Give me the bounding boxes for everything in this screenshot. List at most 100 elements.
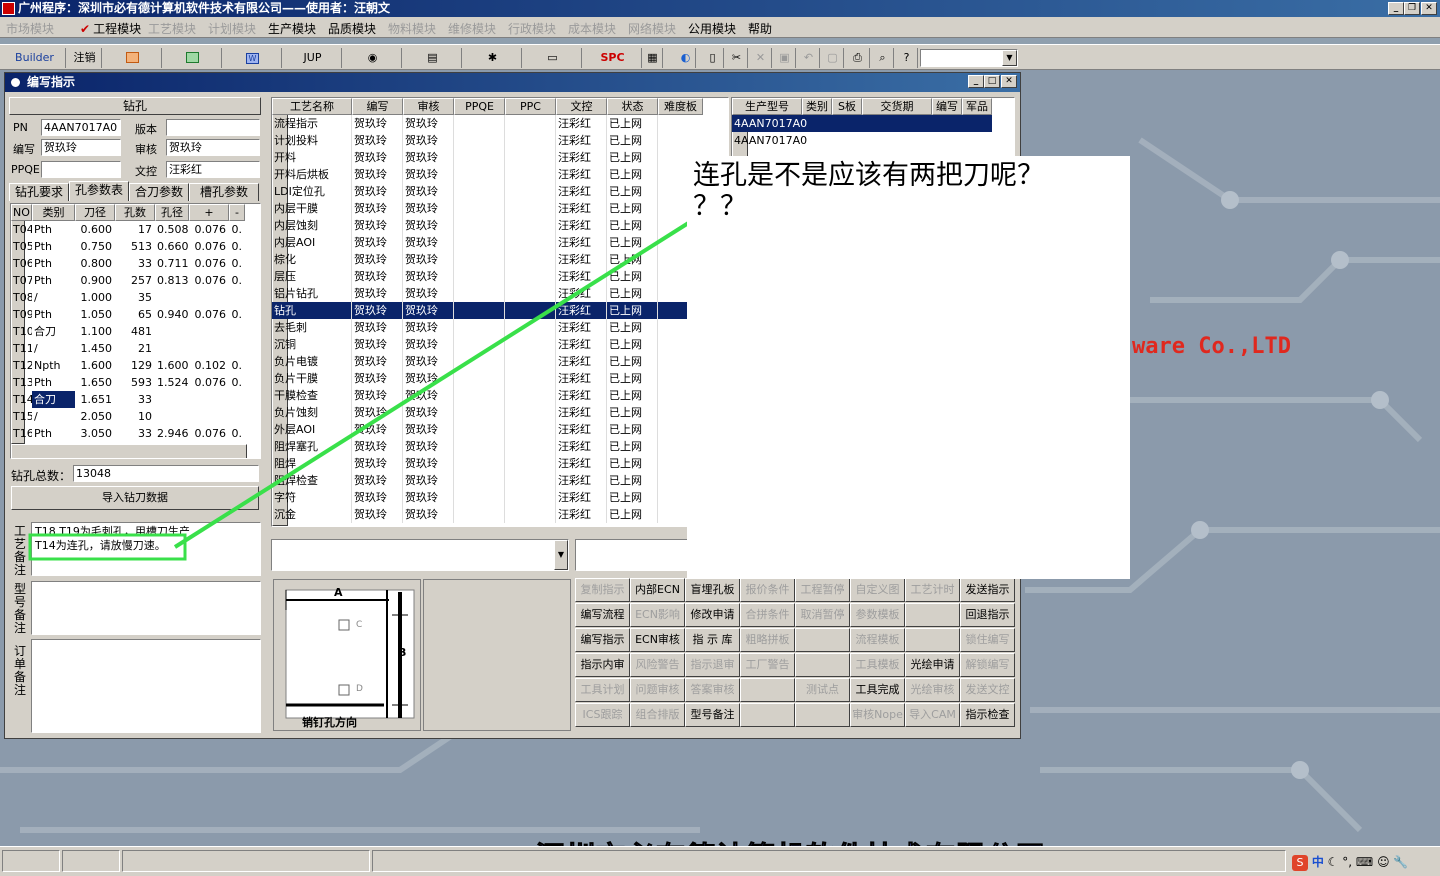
process-header[interactable]: 工艺名称 (272, 98, 352, 115)
drill-cell[interactable]: Pth (32, 255, 75, 272)
process-cell[interactable]: 贺玖玲 (352, 217, 403, 234)
process-cell[interactable] (454, 302, 505, 319)
process-cell[interactable]: 已上网 (607, 370, 658, 387)
excel-icon[interactable] (164, 48, 222, 68)
save-icon[interactable]: ▣ (774, 48, 796, 68)
drill-cell[interactable]: Pth (32, 272, 75, 289)
process-cell[interactable] (505, 489, 556, 506)
process-cell[interactable] (505, 251, 556, 268)
process-cell[interactable] (454, 183, 505, 200)
drill-cell[interactable]: 0.076 (189, 425, 229, 442)
process-cell[interactable]: 贺玖玲 (403, 506, 454, 523)
process-cell[interactable]: 汪彩红 (556, 506, 607, 523)
process-cell[interactable]: 已上网 (607, 302, 658, 319)
drill-cell[interactable]: 0.076 (189, 255, 229, 272)
process-cell[interactable]: 字符 (272, 489, 352, 506)
process-header[interactable]: 审核 (403, 98, 454, 115)
menu-label[interactable]: 计划模块 (208, 22, 256, 36)
process-cell[interactable]: 阻焊检查 (272, 472, 352, 489)
process-cell[interactable]: 贺玖玲 (352, 268, 403, 285)
process-cell[interactable]: 贺玖玲 (352, 302, 403, 319)
drill-cell[interactable]: Pth (32, 221, 75, 238)
action-button[interactable]: 合拼条件 (740, 603, 795, 627)
action-button[interactable] (795, 628, 850, 652)
process-cell[interactable] (505, 472, 556, 489)
action-button[interactable]: 风险警告 (630, 653, 685, 677)
process-cell[interactable] (454, 200, 505, 217)
drill-cell[interactable]: 0.750 (75, 238, 115, 255)
process-cell[interactable]: 贺玖玲 (403, 200, 454, 217)
process-cell[interactable]: 负片蚀刻 (272, 404, 352, 421)
ppqe-field[interactable] (41, 161, 121, 178)
process-cell[interactable] (454, 472, 505, 489)
printer-panel-icon[interactable]: ▭ (524, 48, 582, 68)
menu-label[interactable]: 生产模块 (268, 22, 316, 36)
menu-label[interactable]: 品质模块 (328, 22, 376, 36)
drill-header[interactable]: 类别 (32, 204, 75, 221)
drill-cell[interactable]: 1.100 (75, 323, 115, 340)
version-field[interactable] (166, 119, 260, 136)
drill-cell[interactable]: 0. (229, 272, 245, 289)
drill-cell[interactable]: 0.600 (75, 221, 115, 238)
process-cell[interactable]: 贺玖玲 (403, 336, 454, 353)
drill-cell[interactable]: / (32, 408, 75, 425)
process-cell[interactable]: 贺玖玲 (403, 404, 454, 421)
drill-header[interactable]: 孔数 (115, 204, 155, 221)
drill-header[interactable]: + (189, 204, 229, 221)
process-cell[interactable]: 汪彩红 (556, 319, 607, 336)
window-close-button[interactable]: ✕ (1001, 75, 1017, 88)
action-button[interactable]: 型号备注 (685, 703, 740, 727)
process-cell[interactable]: 已上网 (607, 183, 658, 200)
drill-cell[interactable]: 0. (229, 221, 245, 238)
menu-1[interactable]: ✔ 工程模块 (80, 20, 141, 37)
process-cell[interactable]: 贺玖玲 (352, 285, 403, 302)
drill-total-field[interactable]: 13048 (73, 465, 259, 482)
process-cell[interactable]: 汪彩红 (556, 132, 607, 149)
action-button[interactable]: 发送指示 (960, 578, 1015, 602)
ime-mode[interactable]: 中 (1312, 855, 1324, 869)
action-button[interactable]: 参数模板 (850, 603, 905, 627)
drill-parameter-table[interactable]: NO 类别 刀径 孔数 孔径 + - T04 Pth 0.600 17 0.508 0.076 0. T05… (10, 203, 261, 459)
menu-6[interactable]: 物料模块 (388, 20, 436, 37)
process-cell[interactable]: 已上网 (607, 166, 658, 183)
logout-button[interactable]: 注销 (68, 48, 102, 68)
drill-cell[interactable] (229, 323, 245, 340)
process-cell[interactable] (505, 455, 556, 472)
action-button[interactable]: 内部ECN (630, 578, 685, 602)
process-cell[interactable]: 贺玖玲 (403, 302, 454, 319)
action-button[interactable]: 流程模板 (850, 628, 905, 652)
process-cell[interactable]: 汪彩红 (556, 115, 607, 132)
drill-cell[interactable] (189, 340, 229, 357)
window-maximize-button[interactable]: □ (984, 75, 1000, 88)
process-cell[interactable] (505, 387, 556, 404)
process-cell[interactable]: 贺玖玲 (403, 285, 454, 302)
drill-cell[interactable]: Pth (32, 306, 75, 323)
drill-cell[interactable] (155, 340, 189, 357)
drill-cell[interactable]: / (32, 289, 75, 306)
help-icon[interactable]: ? (896, 48, 918, 68)
drill-cell[interactable] (189, 408, 229, 425)
process-cell[interactable] (454, 166, 505, 183)
process-cell[interactable] (454, 353, 505, 370)
process-cell[interactable] (454, 319, 505, 336)
process-cell[interactable]: 贺玖玲 (403, 132, 454, 149)
process-cell[interactable]: 贺玖玲 (403, 472, 454, 489)
process-header[interactable]: 文控 (556, 98, 607, 115)
drill-cell[interactable]: 1.524 (155, 374, 189, 391)
process-cell[interactable] (505, 132, 556, 149)
process-cell[interactable]: 贺玖玲 (352, 251, 403, 268)
process-cell[interactable]: 去毛刺 (272, 319, 352, 336)
action-button[interactable]: 复制指示 (575, 578, 630, 602)
tab-hole-params[interactable]: 孔参数表 (69, 181, 129, 201)
drill-cell[interactable]: 10 (115, 408, 155, 425)
process-cell[interactable]: 沉铜 (272, 336, 352, 353)
action-button[interactable]: 指 示 库 (685, 628, 740, 652)
drill-cell[interactable]: 0.076 (189, 272, 229, 289)
drill-cell[interactable]: 0. (229, 357, 245, 374)
view-eye-icon[interactable]: ◉ (344, 48, 402, 68)
model-header[interactable]: 类别 (802, 98, 832, 115)
sogou-icon[interactable]: S (1292, 855, 1308, 871)
delete-icon[interactable]: ✕ (750, 48, 772, 68)
drill-cell[interactable]: 2.946 (155, 425, 189, 442)
drill-cell[interactable]: T15 (11, 408, 32, 425)
